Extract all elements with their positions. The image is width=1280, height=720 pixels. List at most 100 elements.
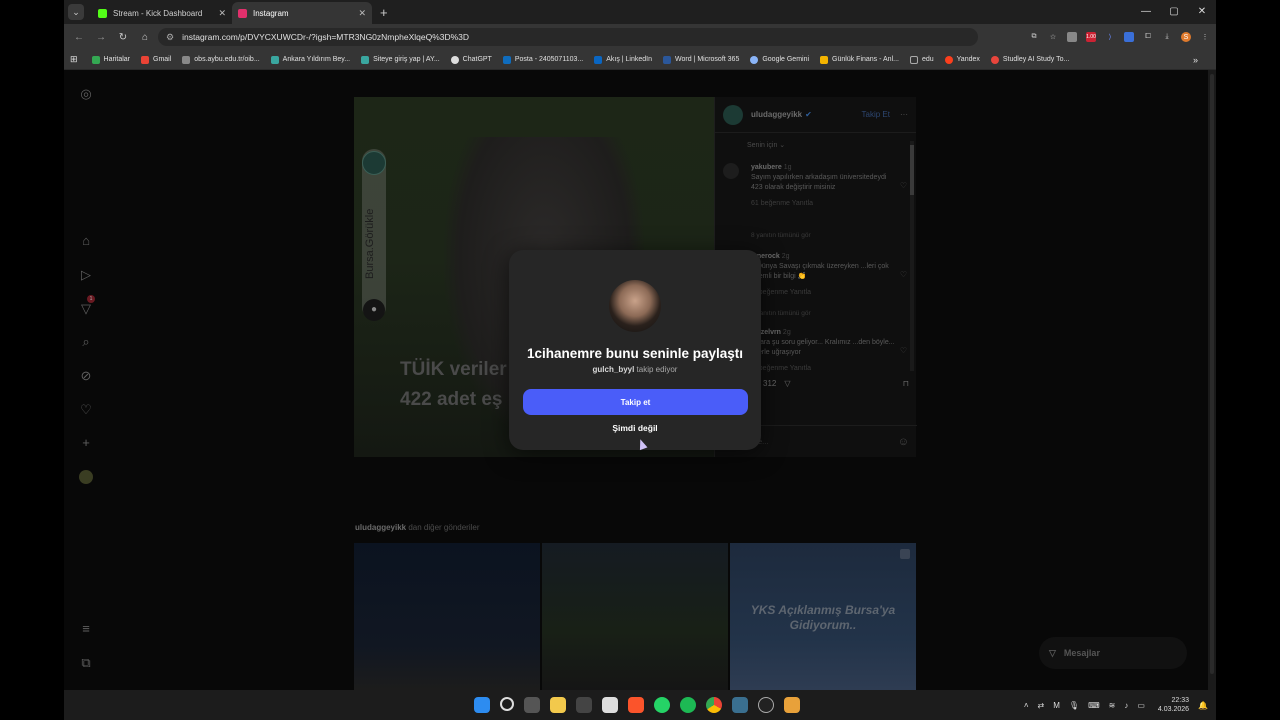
bookmark-item[interactable]: Siteye giriş yap | AY... (361, 55, 440, 64)
task-view-icon[interactable] (524, 697, 540, 713)
follow-button[interactable]: Takip et (523, 389, 748, 415)
blue-extension-icon[interactable] (1124, 32, 1134, 42)
badge-extension-icon[interactable]: 1.00 (1086, 32, 1096, 42)
brave-icon[interactable] (628, 697, 644, 713)
share-icon[interactable]: ▽ (784, 379, 790, 388)
like-heart-icon[interactable]: ♡ (900, 181, 907, 190)
more-options-icon[interactable]: ··· (900, 110, 908, 119)
bookmark-item[interactable]: Word | Microsoft 365 (663, 55, 739, 64)
whatsapp-icon[interactable] (654, 697, 670, 713)
emoji-icon[interactable]: ☺ (898, 436, 909, 448)
grid-post[interactable] (354, 543, 540, 690)
tab-close-icon[interactable]: ✕ (218, 8, 226, 19)
app-icon[interactable] (758, 697, 774, 713)
bookmark-icon[interactable]: ⊓ (903, 379, 909, 388)
home-icon[interactable]: ⌂ (78, 233, 94, 249)
volume-icon[interactable]: ♪ (1124, 701, 1128, 710)
more-bookmarks-icon[interactable]: » (1193, 55, 1198, 65)
notepad-icon[interactable] (602, 697, 618, 713)
bookmark-item[interactable]: Google Gemini (750, 55, 809, 64)
more-from-user[interactable]: uludaggeyikk (355, 523, 406, 532)
clock[interactable]: 22:33 4.03.2026 (1158, 696, 1189, 714)
microphone-icon[interactable]: 🎙 (1069, 701, 1079, 710)
profile-avatar-icon[interactable]: S (1181, 32, 1191, 42)
threads-icon[interactable]: ⧉ (78, 655, 94, 671)
reels-icon[interactable]: ▷ (78, 267, 94, 283)
bookmark-item[interactable]: Gmail (141, 55, 171, 64)
new-tab-button[interactable]: + (380, 5, 388, 20)
create-icon[interactable]: + (78, 435, 94, 451)
reload-button[interactable]: ↻ (114, 32, 132, 43)
grid-post[interactable]: YKS Açıklanmış Bursa'ya Gidiyorum.. (730, 543, 916, 690)
explore-icon[interactable]: ⊘ (78, 368, 94, 384)
search-icon[interactable] (500, 697, 514, 711)
view-replies[interactable]: 8 yanıtın tümünü gör (751, 232, 811, 239)
comment-user[interactable]: yakubere (751, 164, 782, 171)
bookmark-item[interactable]: Akış | LinkedIn (594, 55, 652, 64)
page-scrollbar[interactable] (1208, 70, 1216, 690)
chrome-icon[interactable] (706, 697, 722, 713)
comment-meta[interactable]: 61 beğenme Yanıtla (751, 199, 899, 209)
file-explorer-icon[interactable] (550, 697, 566, 713)
sort-dropdown[interactable]: Senin için ⌄ (747, 141, 785, 149)
home-button[interactable]: ⌂ (136, 32, 154, 43)
maximize-button[interactable]: ▢ (1160, 0, 1188, 24)
forward-button[interactable]: → (92, 32, 110, 43)
bookmark-item[interactable]: Günlük Finans - Anl... (820, 55, 899, 64)
tab-close-icon[interactable]: ✕ (358, 8, 366, 19)
comments-scrollbar[interactable] (910, 141, 914, 371)
profile-avatar[interactable] (78, 469, 94, 485)
game-icon[interactable] (784, 697, 800, 713)
battery-icon[interactable]: ▭ (1137, 701, 1145, 710)
notifications-heart-icon[interactable]: ♡ (78, 402, 94, 418)
like-heart-icon[interactable]: ♡ (900, 346, 907, 355)
bookmark-star-icon[interactable]: ☆ (1048, 32, 1058, 42)
bookmark-folder[interactable]: edu (909, 55, 934, 64)
puzzle-extensions-icon[interactable]: ⧠ (1143, 32, 1153, 42)
back-button[interactable]: ← (70, 32, 88, 43)
bookmark-item[interactable]: Yandex (944, 55, 980, 64)
bookmark-item[interactable]: Posta - 2405071103... (502, 55, 583, 64)
minimize-button[interactable]: — (1132, 0, 1160, 24)
instagram-logo-icon[interactable]: ◎ (78, 86, 94, 102)
shield-extension-icon[interactable] (1067, 32, 1077, 42)
bookmark-item[interactable]: Haritalar (91, 55, 130, 64)
windows-start-icon[interactable] (474, 697, 490, 713)
author-name[interactable]: uludaggeyikk (751, 110, 802, 119)
keyboard-icon[interactable]: ⌨ (1088, 701, 1100, 710)
comment-meta[interactable]: ... beğenme Yanıtla (751, 288, 899, 298)
not-now-button[interactable]: Şimdi değil (509, 423, 761, 433)
follow-link[interactable]: Takip Et (862, 110, 890, 119)
more-menu-icon[interactable]: ≡ (78, 621, 94, 637)
address-bar[interactable]: ⚙ instagram.com/p/DVYCXUWCDr-/?igsh=MTR3… (158, 28, 978, 46)
like-heart-icon[interactable]: ♡ (900, 270, 907, 279)
site-info-icon[interactable]: ⚙ (166, 32, 174, 43)
direct-messages-icon[interactable]: ▽ 1 (78, 295, 95, 317)
wave-extension-icon[interactable]: ⟩ (1105, 32, 1115, 42)
comment-meta[interactable]: ... beğenme Yanıtla (751, 364, 899, 374)
tab-kick-dashboard[interactable]: Stream - Kick Dashboard ✕ (92, 2, 232, 24)
tray-overflow-icon[interactable]: ˄ (1024, 701, 1029, 710)
tray-m-icon[interactable]: M (1053, 701, 1060, 710)
grid-post[interactable] (542, 543, 728, 690)
store-icon[interactable] (576, 697, 592, 713)
bookmark-item[interactable]: Studley AI Study To... (990, 55, 1069, 64)
apps-grid-icon[interactable]: ⊞ (70, 54, 78, 65)
tab-instagram[interactable]: Instagram ✕ (232, 2, 372, 24)
bookmark-item[interactable]: Ankara Yıldırım Bey... (270, 55, 350, 64)
comment-avatar[interactable] (723, 163, 739, 179)
notification-bell-icon[interactable]: 🔔 (1198, 701, 1208, 710)
search-icon[interactable]: ⌕ (78, 334, 94, 350)
bookmark-item[interactable]: ChatGPT (450, 55, 492, 64)
author-avatar[interactable] (723, 104, 743, 125)
close-window-button[interactable]: ✕ (1188, 0, 1216, 24)
spotify-icon[interactable] (680, 697, 696, 713)
tray-app-icon[interactable]: ⇄ (1038, 701, 1045, 710)
download-icon[interactable]: ⤓ (1162, 32, 1172, 42)
messages-button[interactable]: ▽ Mesajlar (1039, 637, 1187, 669)
bookmark-item[interactable]: obs.aybu.edu.tr/oib... (182, 55, 260, 64)
wifi-icon[interactable]: ≋ (1109, 701, 1116, 710)
tab-search-button[interactable]: ⌄ (68, 4, 84, 20)
menu-dots-icon[interactable]: ⋮ (1200, 32, 1210, 42)
install-app-icon[interactable]: ⧉ (1029, 32, 1039, 42)
